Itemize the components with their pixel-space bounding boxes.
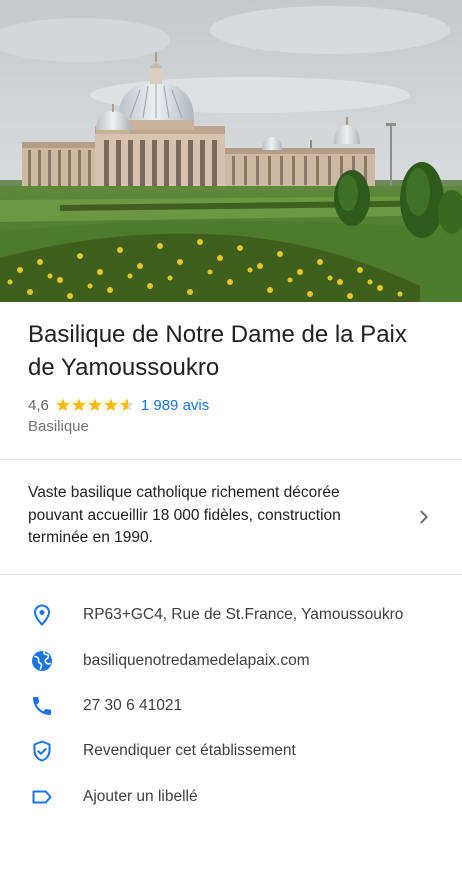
rating-row: 4,6 1 989 avis: [28, 394, 209, 416]
star-icon: [72, 398, 86, 411]
shield-check-icon: [28, 737, 56, 765]
claim-business-row[interactable]: Revendiquer cet établissement: [0, 729, 462, 773]
place-title: Basilique de Notre Dame de la Paix de Ya…: [28, 321, 407, 381]
star-icon: [56, 398, 70, 411]
claim-business-text: Revendiquer cet établissement: [83, 742, 296, 759]
chevron-right-icon[interactable]: [413, 506, 435, 528]
divider: [0, 574, 462, 575]
phone-number: 27 30 6 41021: [83, 697, 183, 714]
add-label-row[interactable]: Ajouter un libellé: [0, 775, 462, 819]
star-icon: [88, 398, 102, 411]
star-icon: [104, 398, 118, 411]
star-rating: [55, 397, 135, 413]
location-pin-icon: [28, 601, 56, 629]
address-row[interactable]: RP63+GC4, Rue de St.France, Yamoussoukro: [0, 593, 462, 637]
website-link: basiliquenotredamedelapaix.com: [83, 652, 310, 669]
place-description[interactable]: Vaste basilique catholique richement déc…: [28, 482, 388, 550]
star-half-icon: [120, 398, 134, 411]
address-text: RP63+GC4, Rue de St.France, Yamoussoukro: [83, 606, 404, 623]
add-label-text: Ajouter un libellé: [83, 788, 198, 805]
rating-value: 4,6: [28, 396, 49, 414]
place-photo[interactable]: [0, 0, 462, 302]
divider: [0, 459, 462, 460]
website-row[interactable]: basiliquenotredamedelapaix.com: [0, 639, 462, 683]
phone-row[interactable]: 27 30 6 41021: [0, 684, 462, 728]
place-category: Basilique: [28, 418, 89, 435]
globe-icon: [28, 647, 56, 675]
phone-icon: [28, 692, 56, 720]
reviews-link[interactable]: 1 989 avis: [141, 397, 209, 414]
label-tag-icon: [28, 783, 56, 811]
